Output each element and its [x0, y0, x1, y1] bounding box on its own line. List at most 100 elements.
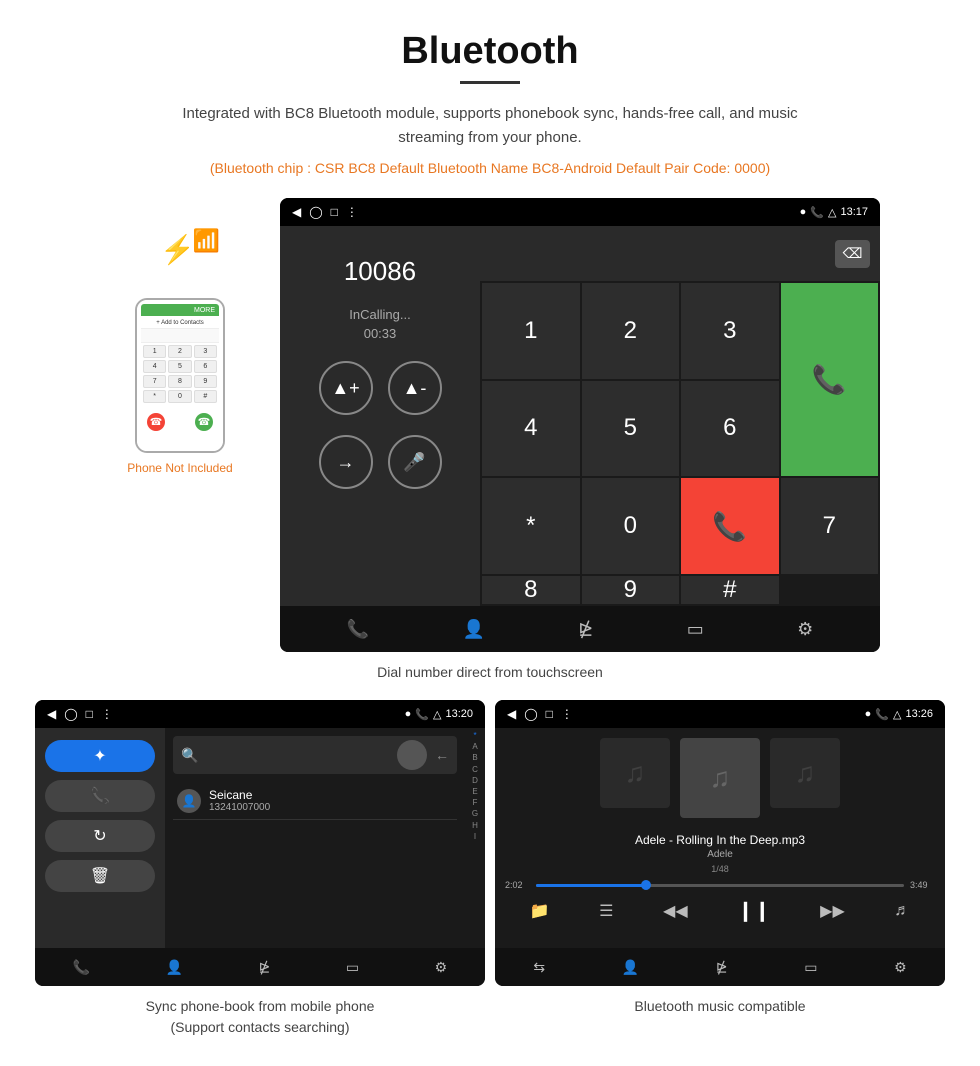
phone-key-1[interactable]: 1 [143, 345, 166, 358]
pb-nav-contacts[interactable]: 👤 [166, 959, 183, 976]
music-time-current: 2:02 [505, 880, 530, 890]
key-5[interactable]: 5 [582, 381, 680, 477]
music-list-btn[interactable]: ☰ [599, 901, 613, 921]
android-dial-screen: ◀ ◯ □ ⋮ ● 📞 △ 13:17 10086 InCalling... 0… [280, 198, 880, 652]
phone-key-8[interactable]: 8 [168, 375, 191, 388]
pb-sync-btn[interactable]: ↻ [45, 820, 155, 852]
key-star[interactable]: * [482, 478, 580, 574]
bottom-section: ◀ ◯ □ ⋮ ● 📞 △ 13:20 ✦ 📞 ↻ 🗑 [0, 700, 980, 1038]
phone-key-6[interactable]: 6 [194, 360, 217, 373]
key-2[interactable]: 2 [582, 283, 680, 379]
phone-call-btn[interactable]: ☎ [195, 413, 213, 431]
music-nav-transfer[interactable]: ▭ [804, 959, 817, 976]
phone-key-hash[interactable]: # [194, 390, 217, 403]
pb-phone-btn[interactable]: 📞 [45, 780, 155, 812]
bluetooth-icon-area: ⚡ 📶 [140, 228, 220, 288]
key-9[interactable]: 9 [582, 576, 680, 604]
pb-bluetooth-btn[interactable]: ✦ [45, 740, 155, 772]
pb-back-arrow[interactable]: ← [435, 747, 449, 763]
nav-contacts-icon[interactable]: 👤 [462, 619, 484, 640]
backspace-btn[interactable]: ⌫ [835, 240, 870, 268]
nav-dialpad-icon[interactable]: ⋭ [578, 619, 593, 640]
phone-key-9[interactable]: 9 [194, 375, 217, 388]
pb-alpha-I[interactable]: I [474, 831, 476, 842]
pb-status-bar: ◀ ◯ □ ⋮ ● 📞 △ 13:20 [35, 700, 485, 728]
dial-ctrl-row-1: ▲+ ▲- [319, 361, 442, 425]
pb-alpha-B[interactable]: B [472, 752, 477, 763]
key-0[interactable]: 0 [582, 478, 680, 574]
pb-nav-dialpad[interactable]: ⋭ [259, 959, 271, 976]
key-1[interactable]: 1 [482, 283, 580, 379]
pb-nav-transfer[interactable]: ▭ [346, 959, 359, 976]
pb-avatar: 👤 [177, 789, 201, 813]
volume-up-btn[interactable]: ▲+ [319, 361, 373, 415]
music-nav-dialpad[interactable]: ⋭ [716, 959, 728, 976]
phone-end-btn[interactable]: ☎ [147, 413, 165, 431]
pb-nav-phone[interactable]: 📞 [73, 959, 90, 976]
key-end[interactable]: 📞 [681, 478, 779, 574]
key-7[interactable]: 7 [781, 478, 879, 574]
phone-key-3[interactable]: 3 [194, 345, 217, 358]
pb-contact-number: 13241007000 [209, 802, 270, 813]
phonebook-caption: Sync phone-book from mobile phone (Suppo… [30, 996, 490, 1038]
music-album-main: ♫ [680, 738, 760, 818]
phone-key-4[interactable]: 4 [143, 360, 166, 373]
pb-alpha-C[interactable]: C [472, 764, 478, 775]
music-albums-row: ♫ ♫ ♫ [505, 738, 935, 818]
key-hash[interactable]: # [681, 576, 779, 604]
music-nav-back: ◀ [507, 707, 516, 721]
status-left: ◀ ◯ □ ⋮ [292, 205, 358, 219]
music-caption: Bluetooth music compatible [490, 996, 950, 1017]
pb-alpha-star[interactable]: * [473, 730, 476, 741]
page-title: Bluetooth [0, 0, 980, 81]
phone-key-star[interactable]: * [143, 390, 166, 403]
music-play-btn[interactable]: ❙❙ [737, 898, 771, 923]
call-timer: 00:33 [364, 326, 397, 341]
pb-alpha-H[interactable]: H [472, 820, 478, 831]
phone-key-7[interactable]: 7 [143, 375, 166, 388]
phone-not-included-label: Phone Not Included [100, 461, 260, 475]
pb-nav-recent: □ [86, 707, 93, 721]
pb-alpha-A[interactable]: A [472, 741, 477, 752]
phone-key-0[interactable]: 0 [168, 390, 191, 403]
pb-alpha-F[interactable]: F [473, 797, 478, 808]
music-next-btn[interactable]: ▶▶ [820, 901, 845, 921]
mute-btn[interactable]: 🎤 [388, 435, 442, 489]
music-controls: 📁 ☰ ◀◀ ❙❙ ▶▶ ♬ [505, 898, 935, 923]
dial-phone-number: 10086 [344, 256, 416, 287]
music-eq-btn[interactable]: ♬ [894, 902, 910, 920]
music-nav-shuffle[interactable]: ⇆ [533, 959, 545, 976]
phone-key-5[interactable]: 5 [168, 360, 191, 373]
nav-phone-icon[interactable]: 📞 [347, 619, 369, 640]
pb-content: ✦ 📞 ↻ 🗑 🔍 ← 👤 [35, 728, 485, 948]
key-6[interactable]: 6 [681, 381, 779, 477]
pb-nav-bar: 📞 👤 ⋭ ▭ ⚙ [35, 948, 485, 986]
key-3[interactable]: 3 [681, 283, 779, 379]
pb-alpha-D[interactable]: D [472, 775, 478, 786]
music-folder-btn[interactable]: 📁 [530, 901, 550, 921]
volume-down-btn[interactable]: ▲- [388, 361, 442, 415]
music-status-icon: ⋮ [561, 707, 573, 721]
pb-nav-settings[interactable]: ⚙ [435, 959, 448, 976]
pb-contact-row[interactable]: 👤 Seicane 13241007000 [173, 782, 457, 820]
key-4[interactable]: 4 [482, 381, 580, 477]
pb-main: 🔍 ← 👤 Seicane 13241007000 [165, 728, 485, 948]
phone-key-2[interactable]: 2 [168, 345, 191, 358]
pb-alpha-E[interactable]: E [472, 786, 477, 797]
nav-settings-icon[interactable]: ⚙ [797, 619, 813, 640]
phonebook-caption-line1: Sync phone-book from mobile phone [146, 998, 375, 1014]
pb-delete-btn[interactable]: 🗑 [45, 860, 155, 892]
music-prev-btn[interactable]: ◀◀ [663, 901, 688, 921]
pb-alpha-G[interactable]: G [472, 808, 478, 819]
transfer-btn[interactable]: → [319, 435, 373, 489]
key-8[interactable]: 8 [482, 576, 580, 604]
phone-illustration: ⚡ 📶 MORE + Add to Contacts 1 2 3 4 5 6 7… [100, 198, 260, 475]
music-progress-bar[interactable] [536, 884, 904, 887]
nav-transfer-icon[interactable]: ▭ [687, 619, 704, 640]
pb-nav-home: ◯ [64, 707, 77, 721]
pb-wifi-icon: △ [433, 708, 441, 721]
key-call[interactable]: 📞 [781, 283, 879, 476]
music-nav-contacts[interactable]: 👤 [622, 959, 639, 976]
main-section: ⚡ 📶 MORE + Add to Contacts 1 2 3 4 5 6 7… [0, 198, 980, 652]
music-nav-settings[interactable]: ⚙ [894, 959, 907, 976]
